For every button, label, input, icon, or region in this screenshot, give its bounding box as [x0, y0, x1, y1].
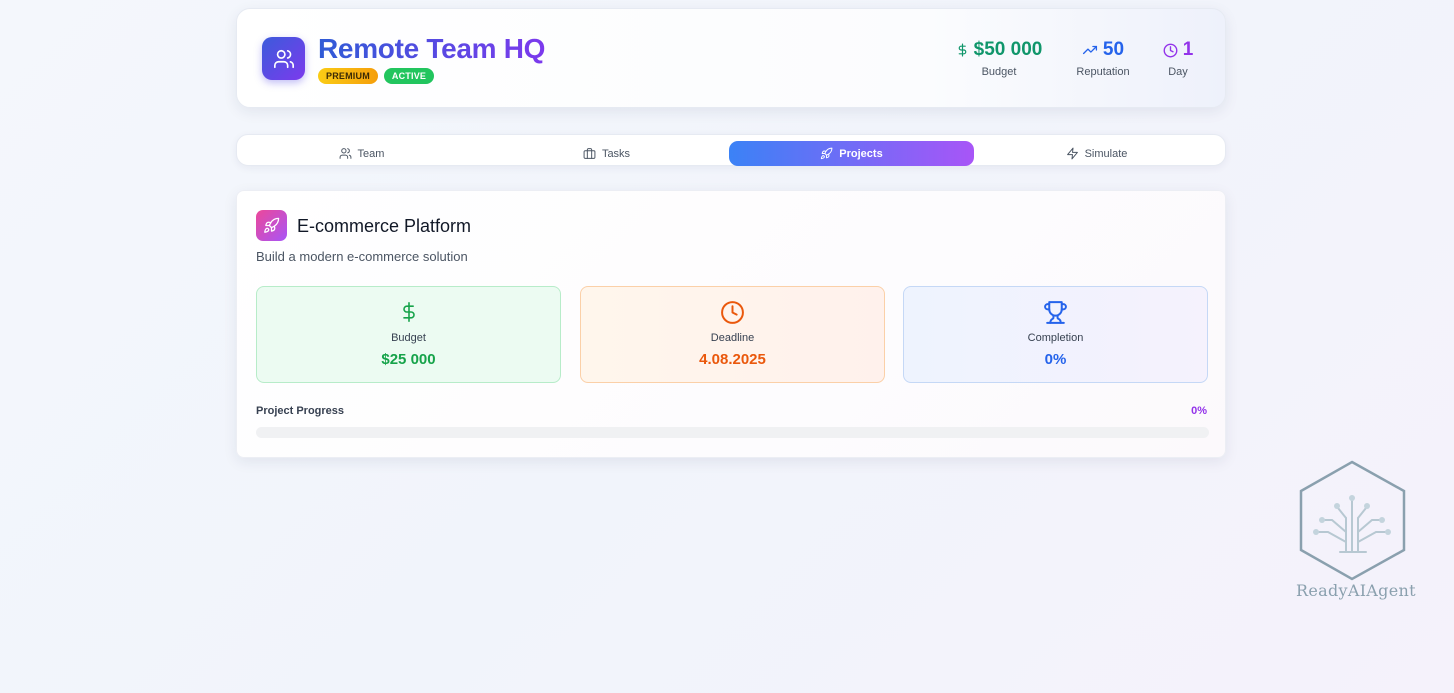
- trending-up-icon: [1082, 45, 1097, 55]
- project-card: E-commerce Platform Build a modern e-com…: [236, 190, 1226, 458]
- tab-projects-label: Projects: [839, 147, 883, 160]
- reputation-label: Reputation: [1076, 66, 1130, 78]
- deadline-metric-value: 4.08.2025: [699, 351, 766, 368]
- budget-label: Budget: [981, 66, 1017, 78]
- dollar-icon: [958, 43, 966, 57]
- trophy-icon: [1044, 300, 1067, 324]
- progress-label: Project Progress: [256, 405, 345, 417]
- project-title: E-commerce Platform: [297, 216, 472, 236]
- premium-badge: PREMIUM: [318, 68, 378, 84]
- tab-projects[interactable]: Projects: [729, 141, 974, 166]
- deadline-metric-card: Deadline 4.08.2025: [580, 286, 885, 383]
- budget-metric-label: Budget: [391, 332, 426, 344]
- header-stats: $50 000 Budget 50 Reputation 1 Day: [949, 39, 1201, 78]
- zap-icon: [1066, 147, 1078, 160]
- tab-simulate[interactable]: Simulate: [974, 141, 1219, 166]
- completion-metric-label: Completion: [1027, 332, 1084, 344]
- clock-icon: [1163, 43, 1178, 57]
- project-rocket-badge: [256, 210, 287, 241]
- progress-bar: [256, 427, 1209, 438]
- tab-team[interactable]: Team: [239, 141, 484, 166]
- completion-metric-value: 0%: [1044, 351, 1067, 368]
- budget-metric-card: Budget $25 000: [256, 286, 561, 383]
- completion-metric-card: Completion 0%: [903, 286, 1208, 383]
- day-stat: 1 Day: [1155, 39, 1201, 78]
- reputation-stat: 50 Reputation: [1063, 39, 1143, 78]
- users-icon: [339, 148, 351, 159]
- users-icon: [273, 49, 294, 68]
- team-logo: [262, 37, 305, 80]
- day-value: 1: [1182, 39, 1194, 60]
- tab-simulate-label: Simulate: [1084, 147, 1128, 160]
- active-badge: ACTIVE: [383, 68, 435, 84]
- watermark-text: ReadyAIAgent: [1296, 581, 1416, 600]
- watermark: ReadyAIAgent: [1296, 460, 1416, 605]
- status-badges: PREMIUM ACTIVE: [318, 68, 435, 84]
- budget-stat: $50 000 Budget: [949, 39, 1049, 78]
- rocket-icon: [821, 147, 833, 160]
- deadline-metric-label: Deadline: [710, 332, 755, 344]
- app-title: Remote Team HQ: [318, 33, 546, 64]
- project-description: Build a modern e-commerce solution: [256, 249, 468, 264]
- progress-percent: 0%: [1191, 405, 1207, 417]
- briefcase-icon: [583, 148, 596, 159]
- budget-value: $50 000: [973, 39, 1043, 60]
- dollar-icon: [402, 302, 415, 322]
- header-card: Remote Team HQ PREMIUM ACTIVE $50 000 Bu…: [236, 8, 1226, 108]
- reputation-value: 50: [1102, 39, 1125, 60]
- tab-tasks[interactable]: Tasks: [484, 141, 729, 166]
- budget-metric-value: $25 000: [381, 351, 436, 368]
- tab-team-label: Team: [357, 147, 385, 160]
- clock-icon: [721, 300, 744, 324]
- main-tabs: Team Tasks Projects Simulate: [236, 134, 1226, 166]
- circuit-hexagon-logo-icon: [1299, 460, 1406, 581]
- rocket-icon: [264, 217, 280, 233]
- tab-tasks-label: Tasks: [601, 147, 631, 160]
- day-label: Day: [1168, 66, 1188, 78]
